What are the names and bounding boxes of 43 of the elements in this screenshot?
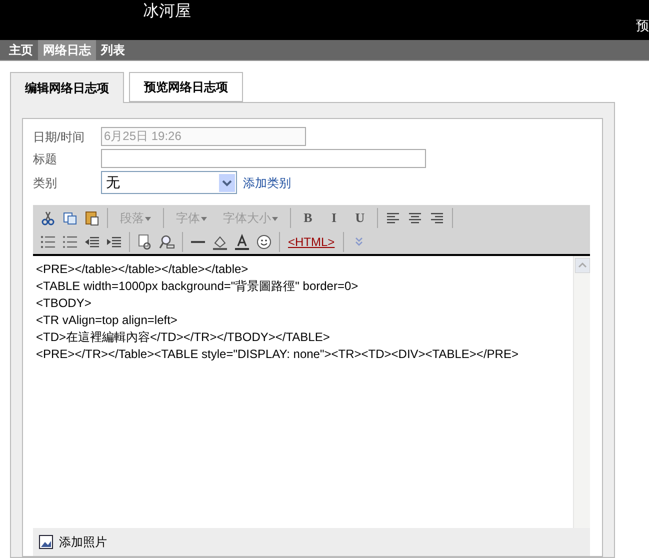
document-link-icon[interactable]	[137, 234, 153, 250]
copy-icon[interactable]	[62, 210, 78, 226]
align-right-icon[interactable]	[429, 210, 445, 226]
add-category-link[interactable]: 添加类别	[243, 174, 291, 192]
nav-link[interactable]: 列表	[96, 40, 130, 60]
format-button[interactable]: I	[321, 208, 347, 228]
title-field[interactable]	[101, 149, 426, 168]
smiley-icon[interactable]	[256, 234, 272, 250]
code-line: <TABLE width=1000px background="背景圖路徑" border=0>	[36, 278, 360, 295]
site-title: 冰河屋	[143, 2, 191, 22]
code-line: <TD>在這裡編輯內容</TD></TR></TBODY></TABLE>	[36, 329, 331, 346]
editor-tab[interactable]: 编辑网络日志项	[10, 72, 124, 103]
header-link[interactable]: 预	[636, 16, 649, 36]
code-line: <TBODY>	[36, 295, 92, 312]
field-label: 日期/时间	[33, 128, 86, 146]
numbered-list-icon[interactable]	[40, 234, 56, 250]
align-center-icon[interactable]	[407, 210, 423, 226]
category-select[interactable]: 无	[101, 171, 237, 194]
add-photo-link[interactable]: 添加照片	[59, 533, 107, 551]
magnifier-icon[interactable]	[159, 234, 175, 250]
format-button[interactable]: U	[347, 208, 373, 228]
code-line: <PRE></table></table></table></table>	[36, 261, 250, 278]
code-line: <PRE></TR></Table><TABLE style="DISPLAY: none"><TR><TD><DIV><TABLE></PRE>	[36, 346, 520, 363]
caret-icon	[201, 216, 207, 221]
paint-bucket-icon[interactable]	[212, 234, 228, 250]
format-button[interactable]: B	[295, 208, 321, 228]
outdent-icon[interactable]	[84, 234, 100, 250]
caret-icon	[272, 216, 278, 221]
caret-icon	[145, 216, 151, 221]
bullet-list-icon[interactable]	[62, 234, 78, 250]
field-label: 类别	[33, 174, 58, 192]
code-line: <TR vAlign=top align=left>	[36, 312, 178, 329]
nav-link[interactable]: 网络日志	[38, 40, 96, 60]
align-left-icon[interactable]	[385, 210, 401, 226]
picture-icon[interactable]	[39, 535, 53, 549]
field-label: 标题	[33, 150, 58, 168]
indent-icon[interactable]	[106, 234, 122, 250]
font-color-icon[interactable]	[234, 234, 250, 250]
paste-icon[interactable]	[84, 210, 100, 226]
scissors-icon[interactable]	[40, 210, 56, 226]
nav-link[interactable]: 主页	[4, 40, 38, 60]
editor-tab[interactable]: 预览网络日志项	[129, 72, 243, 102]
html-toggle[interactable]: <HTML>	[284, 233, 339, 251]
